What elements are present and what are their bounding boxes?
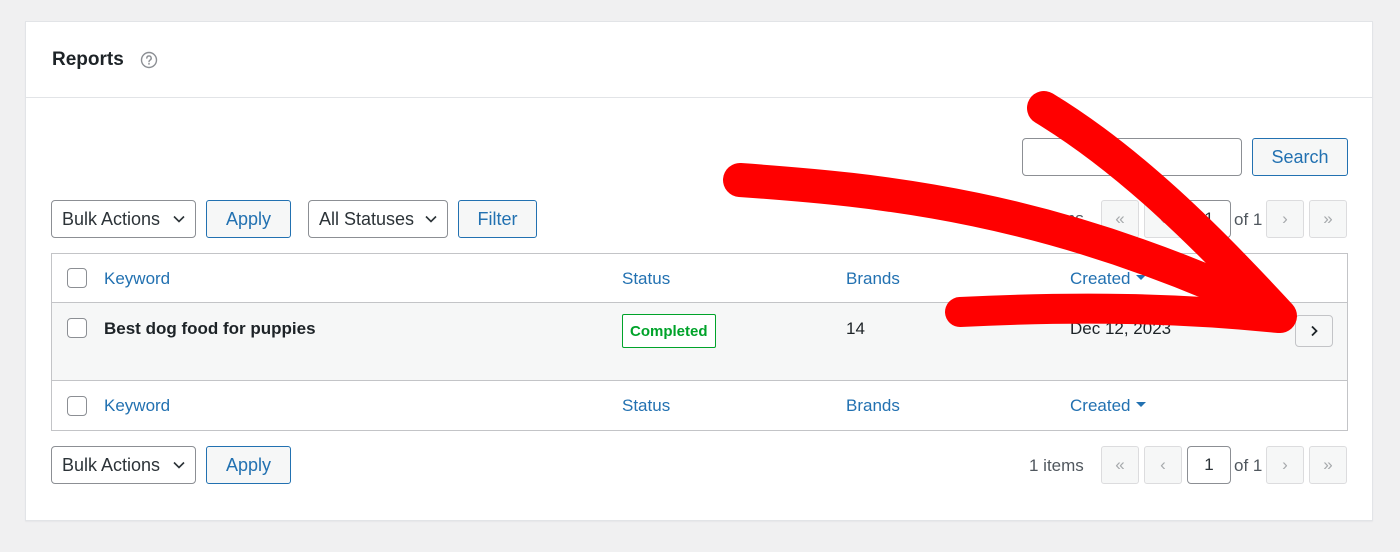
- last-page-button-top[interactable]: »: [1309, 200, 1347, 238]
- chevron-down-icon: [173, 461, 185, 469]
- select-all-checkbox[interactable]: [67, 268, 87, 288]
- column-created[interactable]: Created: [1070, 269, 1147, 289]
- row-checkbox[interactable]: [67, 318, 87, 338]
- apply-button-bottom[interactable]: Apply: [206, 446, 291, 484]
- prev-page-button-top[interactable]: ‹: [1144, 200, 1182, 238]
- panel-header: Reports: [26, 22, 1372, 98]
- search-button[interactable]: Search: [1252, 138, 1348, 176]
- items-count-top: 1 items: [1029, 209, 1084, 228]
- row-brands: 14: [846, 319, 865, 338]
- status-filter-select[interactable]: All Statuses: [308, 200, 448, 238]
- apply-button-top[interactable]: Apply: [206, 200, 291, 238]
- bulk-actions-label: Bulk Actions: [62, 454, 161, 475]
- page-title: Reports: [52, 48, 124, 70]
- column-keyword[interactable]: Keyword: [104, 269, 170, 289]
- filter-button[interactable]: Filter: [458, 200, 537, 238]
- table-header: Keyword Status Brands Created: [52, 254, 1347, 303]
- row-created: Dec 12, 2023: [1070, 319, 1172, 338]
- bulk-actions-label: Bulk Actions: [62, 208, 161, 229]
- help-circle-icon[interactable]: [140, 51, 158, 69]
- first-page-button-top[interactable]: «: [1101, 200, 1139, 238]
- current-page-input-top[interactable]: [1187, 200, 1231, 238]
- status-filter-label: All Statuses: [319, 208, 415, 229]
- column-keyword-footer[interactable]: Keyword: [104, 396, 170, 416]
- chevron-down-icon: [173, 215, 185, 223]
- items-count-bottom: 1 items: [1029, 456, 1084, 475]
- chevron-down-icon: [425, 215, 437, 223]
- column-status-footer[interactable]: Status: [622, 396, 670, 416]
- column-created-footer-label: Created: [1070, 396, 1131, 415]
- search-input[interactable]: [1022, 138, 1242, 176]
- column-status[interactable]: Status: [622, 269, 670, 289]
- column-created-footer[interactable]: Created: [1070, 396, 1147, 416]
- next-page-button-top[interactable]: ›: [1266, 200, 1304, 238]
- bulk-actions-select-top[interactable]: Bulk Actions: [51, 200, 196, 238]
- first-page-button-bottom[interactable]: «: [1101, 446, 1139, 484]
- column-brands[interactable]: Brands: [846, 269, 900, 289]
- status-badge: Completed: [622, 314, 716, 348]
- view-report-button[interactable]: [1295, 315, 1333, 347]
- sort-desc-icon: [1136, 275, 1147, 281]
- last-page-button-bottom[interactable]: »: [1309, 446, 1347, 484]
- page-of-text-bottom: of 1: [1234, 456, 1263, 475]
- prev-page-button-bottom[interactable]: ‹: [1144, 446, 1182, 484]
- column-created-label: Created: [1070, 269, 1131, 288]
- page-of-text-top: of 1: [1234, 210, 1263, 229]
- select-all-checkbox-footer[interactable]: [67, 396, 87, 416]
- reports-panel: Reports Search Bulk Actions Apply All St…: [25, 21, 1373, 521]
- row-keyword[interactable]: Best dog food for puppies: [104, 319, 316, 339]
- sort-desc-icon: [1136, 402, 1147, 408]
- chevron-right-icon: [1311, 325, 1318, 337]
- next-page-button-bottom[interactable]: ›: [1266, 446, 1304, 484]
- bulk-actions-select-bottom[interactable]: Bulk Actions: [51, 446, 196, 484]
- reports-table: Keyword Status Brands Created Best dog f…: [51, 253, 1348, 431]
- table-row: Best dog food for puppies Completed 14 D…: [52, 303, 1347, 381]
- current-page-input-bottom[interactable]: [1187, 446, 1231, 484]
- column-brands-footer[interactable]: Brands: [846, 396, 900, 416]
- table-footer: Keyword Status Brands Created: [52, 381, 1347, 430]
